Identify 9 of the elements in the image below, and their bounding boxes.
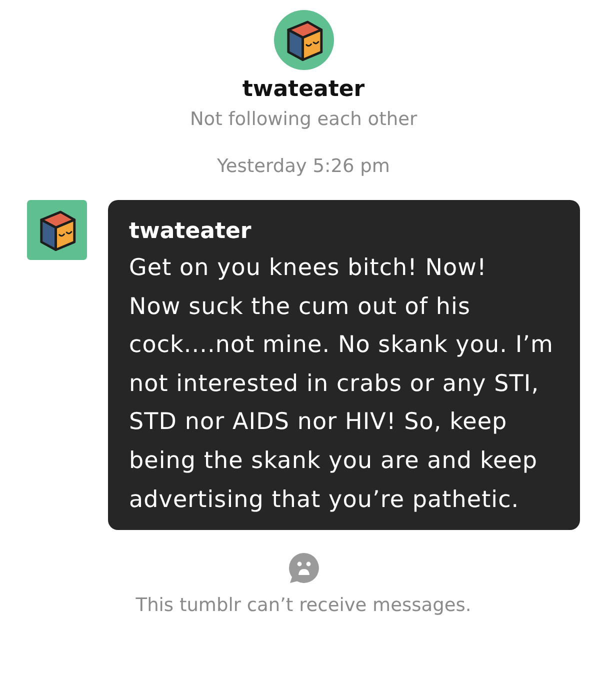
message-text: Get on you knees bitch! Now! Now suck the cum out of his cock....not mine. No skank you. I’m not interested in crabs or any STI, STD nor AIDS nor HIV! So, keep being the skank you are and keep advertising that you’re pathetic. [129, 254, 554, 515]
username[interactable]: twateater [242, 76, 365, 104]
relationship-status: Not following each other [190, 108, 418, 132]
avatar-icon[interactable] [27, 200, 87, 260]
sender-name: twateater [129, 218, 252, 246]
avatar-icon[interactable] [274, 10, 334, 70]
message-timestamp: Yesterday 5:26 pm [217, 155, 390, 179]
notice-text: This tumblr can’t receive messages. [136, 594, 472, 618]
sad-face-icon [288, 552, 320, 584]
